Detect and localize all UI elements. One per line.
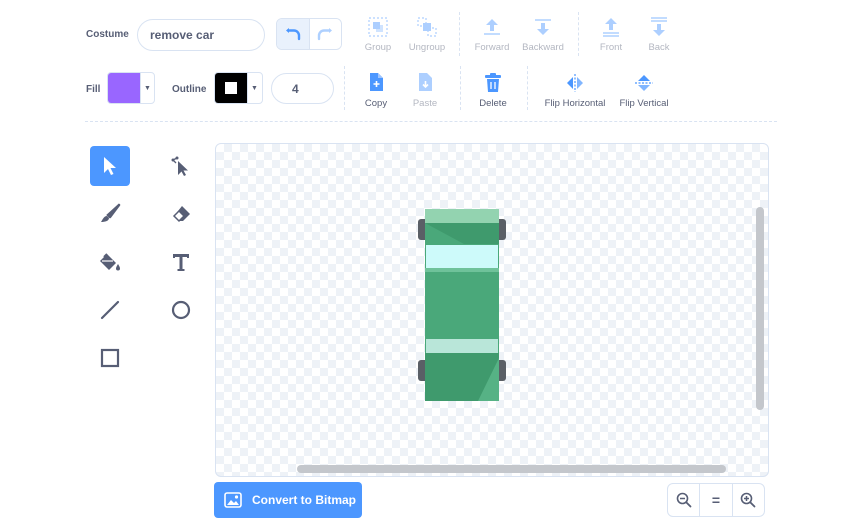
rectangle-icon	[100, 348, 120, 368]
flip-horizontal-label: Flip Horizontal	[544, 98, 606, 109]
caret-down-icon: ▼	[140, 73, 154, 103]
paste-button[interactable]: Paste	[410, 72, 440, 109]
zoom-reset-button[interactable]: =	[699, 484, 731, 516]
zoom-controls: =	[667, 483, 765, 517]
eraser-tool[interactable]	[161, 194, 201, 234]
forward-icon	[484, 19, 500, 35]
outline-swatch	[215, 73, 247, 103]
separator	[460, 66, 461, 110]
separator	[527, 66, 528, 110]
convert-to-bitmap-label: Convert to Bitmap	[252, 493, 357, 507]
image-icon	[224, 492, 242, 508]
back-icon	[651, 17, 667, 36]
fill-swatch	[108, 73, 140, 103]
rectangle-tool[interactable]	[90, 338, 130, 378]
forward-label: Forward	[474, 42, 510, 53]
separator	[578, 12, 579, 56]
select-tool[interactable]	[90, 146, 130, 186]
copy-button[interactable]: Copy	[362, 72, 390, 109]
reshape-arrow-icon	[171, 156, 188, 176]
fill-color-picker[interactable]: ▼	[107, 72, 155, 104]
delete-button[interactable]: Delete	[476, 72, 510, 109]
zoom-out-icon	[676, 492, 692, 508]
redo-button[interactable]	[308, 19, 341, 49]
ungroup-label: Ungroup	[408, 42, 446, 53]
back-label: Back	[648, 42, 670, 53]
reshape-tool[interactable]	[161, 146, 201, 186]
zoom-reset-label: =	[711, 492, 721, 508]
flip-vertical-icon	[635, 75, 653, 91]
ungroup-icon	[417, 17, 437, 37]
back-button[interactable]: Back	[645, 16, 673, 53]
brush-icon	[101, 203, 121, 222]
brush-tool[interactable]	[90, 194, 130, 234]
drawing-canvas[interactable]	[215, 143, 769, 477]
fill-tool[interactable]	[90, 242, 130, 282]
toolbar-divider	[85, 121, 777, 122]
copy-icon	[370, 73, 383, 91]
undo-button[interactable]	[277, 19, 309, 49]
separator	[459, 12, 460, 56]
ungroup-button[interactable]: Ungroup	[405, 16, 449, 53]
zoom-in-icon	[741, 492, 756, 508]
paste-label: Paste	[412, 98, 438, 109]
zoom-out-button[interactable]	[668, 484, 699, 516]
flip-horizontal-button[interactable]: Flip Horizontal	[541, 72, 609, 109]
undo-redo-group	[276, 18, 342, 50]
costume-name-input[interactable]	[137, 19, 265, 51]
trash-icon	[485, 73, 501, 92]
outline-label: Outline	[172, 84, 207, 95]
flip-vertical-button[interactable]: Flip Vertical	[616, 72, 672, 109]
vertical-scrollbar[interactable]	[756, 207, 764, 410]
circle-tool[interactable]	[161, 290, 201, 330]
front-icon	[603, 18, 619, 37]
convert-to-bitmap-button[interactable]: Convert to Bitmap	[214, 482, 362, 518]
group-label: Group	[364, 42, 392, 53]
text-icon	[173, 254, 189, 271]
caret-down-icon: ▼	[247, 73, 261, 103]
fill-label: Fill	[86, 84, 101, 95]
front-label: Front	[599, 42, 623, 53]
paste-icon	[419, 73, 432, 91]
zoom-in-button[interactable]	[731, 484, 764, 516]
horizontal-scrollbar[interactable]	[297, 465, 726, 473]
undo-icon	[285, 28, 300, 41]
front-button[interactable]: Front	[596, 16, 626, 53]
backward-label: Backward	[522, 42, 564, 53]
circle-icon	[171, 300, 191, 320]
forward-button[interactable]: Forward	[472, 16, 512, 53]
backward-icon	[535, 19, 551, 35]
costume-label: Costume	[86, 29, 129, 40]
outline-width-input[interactable]	[271, 73, 334, 104]
redo-icon	[318, 28, 333, 41]
group-icon	[368, 17, 388, 37]
text-tool[interactable]	[161, 242, 201, 282]
paint-bucket-icon	[100, 253, 120, 271]
flip-horizontal-icon	[567, 74, 583, 92]
arrow-icon	[104, 157, 116, 175]
copy-label: Copy	[364, 98, 388, 109]
separator	[344, 66, 345, 110]
flip-vertical-label: Flip Vertical	[619, 98, 669, 109]
group-button[interactable]: Group	[362, 16, 394, 53]
eraser-icon	[172, 206, 190, 223]
car-sprite[interactable]	[416, 208, 508, 402]
line-tool[interactable]	[90, 290, 130, 330]
backward-button[interactable]: Backward	[519, 16, 567, 53]
line-icon	[100, 300, 120, 320]
delete-label: Delete	[479, 98, 507, 109]
outline-color-picker[interactable]: ▼	[214, 72, 263, 104]
